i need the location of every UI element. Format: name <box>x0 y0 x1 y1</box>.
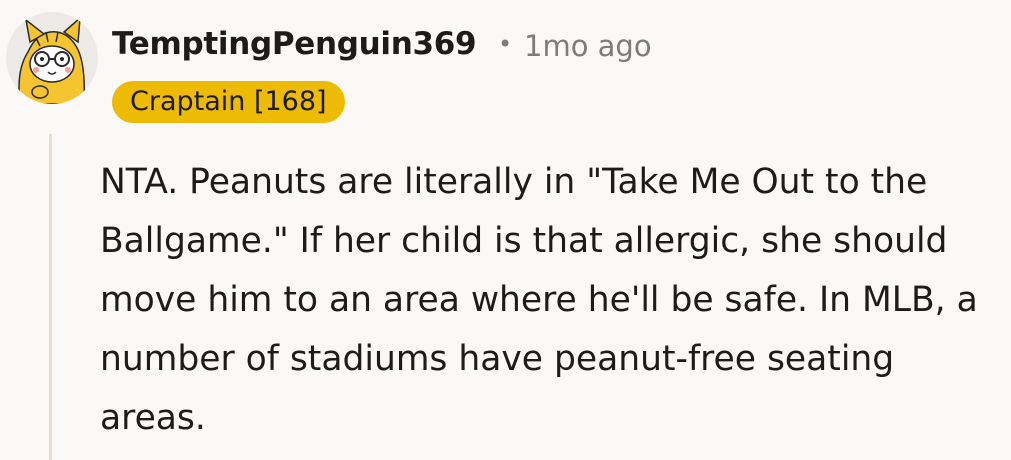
user-flair-badge: Craptain [168] <box>112 81 345 123</box>
comment-body: NTA. Peanuts are literally in "Take Me O… <box>100 162 978 438</box>
comment-timestamp[interactable]: 1mo ago <box>524 29 652 63</box>
meta-separator: • <box>498 30 513 58</box>
user-avatar[interactable] <box>6 12 98 104</box>
comment: TemptingPenguin369 • 1mo ago Craptain [1… <box>0 0 1011 460</box>
thread-line[interactable] <box>49 134 52 460</box>
comment-author[interactable]: TemptingPenguin369 <box>112 26 477 62</box>
snoo-avatar-icon <box>18 16 86 104</box>
